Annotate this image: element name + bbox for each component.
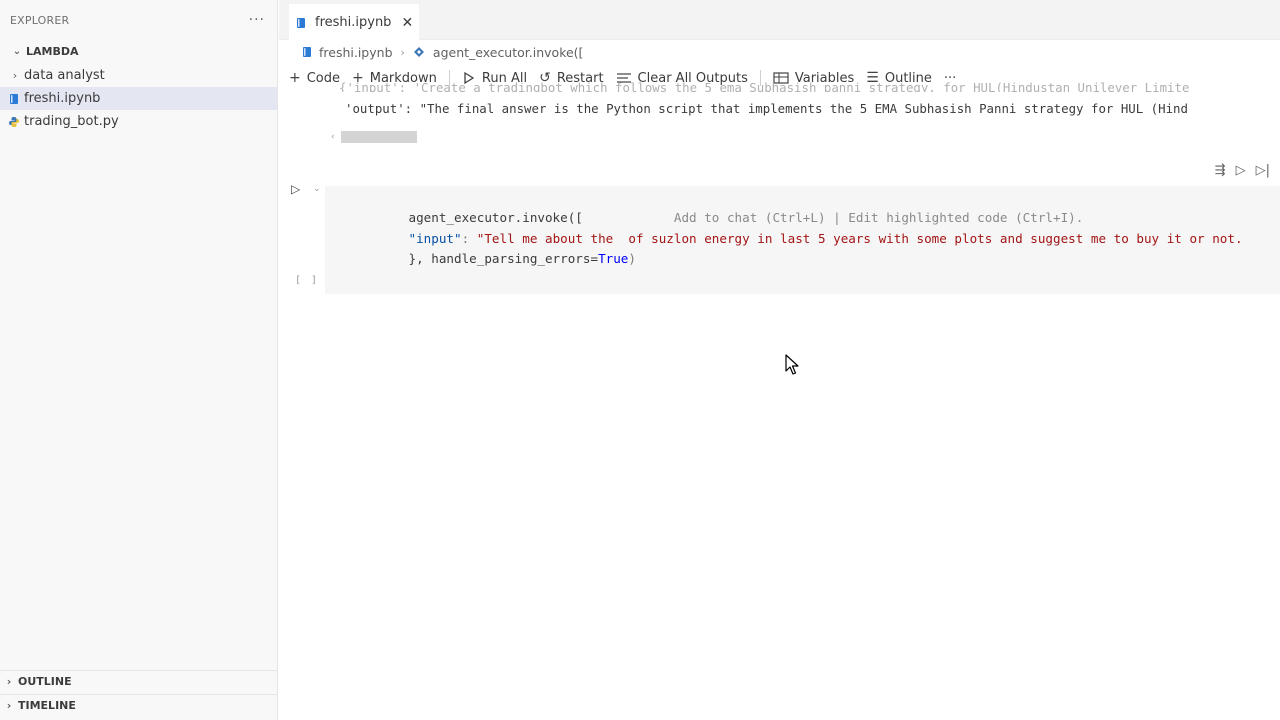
chevron-right-icon: › [12,69,18,82]
close-icon[interactable]: ✕ [401,15,413,31]
timeline-section[interactable]: › TIMELINE [0,694,278,716]
output-line-output: 'output': "The final answer is the Pytho… [345,101,1188,116]
output-line-input: {'input': 'Create a tradingbot which fol… [339,80,1190,92]
sidebar-item-label: freshi.ipynb [24,91,101,106]
notebook-file-icon [297,17,305,28]
breadcrumb-cell[interactable]: agent_executor.invoke([ [433,45,584,60]
python-file-icon [9,116,19,127]
more-actions-icon[interactable]: ··· [249,12,265,28]
explorer-title: EXPLORER [10,13,70,27]
code-constant: True [598,251,629,266]
workspace-root[interactable]: ⌄ LAMBDA [0,40,277,62]
breadcrumb: freshi.ipynb › agent_executor.invoke([ [279,40,1280,64]
chevron-right-icon: › [6,675,12,688]
workspace-root-label: LAMBDA [26,44,79,58]
sidebar-item-data-analyst[interactable]: › data analyst [0,64,277,87]
code-close-paren: ) [628,251,636,266]
sidebar-item-freshi-ipynb[interactable]: freshi.ipynb [0,87,277,110]
outline-section-label: OUTLINE [18,675,72,688]
chevron-right-icon: › [400,45,405,59]
outline-section[interactable]: › OUTLINE [0,670,278,692]
sidebar-item-label: data analyst [24,68,105,83]
tab-label: freshi.ipynb [315,15,392,30]
code-cell[interactable]: agent_executor.invoke([ Add to chat (Ctr… [325,186,1280,294]
cell-toolbar: ⇶ ▷ ▷| [1215,163,1270,178]
mouse-cursor-icon [785,354,799,375]
output-horizontal-scrollbar[interactable]: ‹ [331,131,417,143]
timeline-section-label: TIMELINE [18,699,76,712]
notebook-file-icon [10,93,18,104]
sidebar-item-label: trading_bot.py [24,114,119,129]
notebook-editor: freshi.ipynb ✕ freshi.ipynb › agent_exec… [279,0,1280,720]
execute-below-icon[interactable]: ▷| [1256,163,1270,178]
chevron-right-icon: › [6,699,12,712]
execute-above-icon[interactable]: ⇶ [1215,163,1226,178]
sidebar-item-trading-bot-py[interactable]: trading_bot.py [0,110,277,133]
code-line-3[interactable]: }, handle_parsing_errors=True) [363,236,637,281]
breadcrumb-file[interactable]: freshi.ipynb [319,45,393,60]
explorer-sidebar: EXPLORER ··· ⌄ LAMBDA › data analyst fre… [0,0,278,720]
chevron-down-icon: ⌄ [12,45,22,57]
run-cell-button[interactable]: ▷ [291,182,300,196]
plus-icon: + [289,70,301,86]
notebook-file-icon [303,47,311,57]
explorer-header: EXPLORER ··· [0,0,277,40]
chevron-down-icon[interactable]: ⌄ [313,184,321,194]
add-code-label: Code [306,70,341,86]
chevron-left-icon[interactable]: ‹ [331,132,335,142]
cell-execution-status: [ ] [295,275,320,286]
tab-bar: freshi.ipynb ✕ [279,0,1280,40]
add-code-cell-button[interactable]: + Code [289,70,340,86]
scrollbar-thumb[interactable] [340,131,417,143]
execute-cell-icon[interactable]: ▷ [1236,163,1246,178]
code-cell-icon [413,47,424,57]
code-kwarg: }, handle_parsing_errors= [408,251,599,266]
tab-freshi-ipynb[interactable]: freshi.ipynb ✕ [289,4,420,40]
